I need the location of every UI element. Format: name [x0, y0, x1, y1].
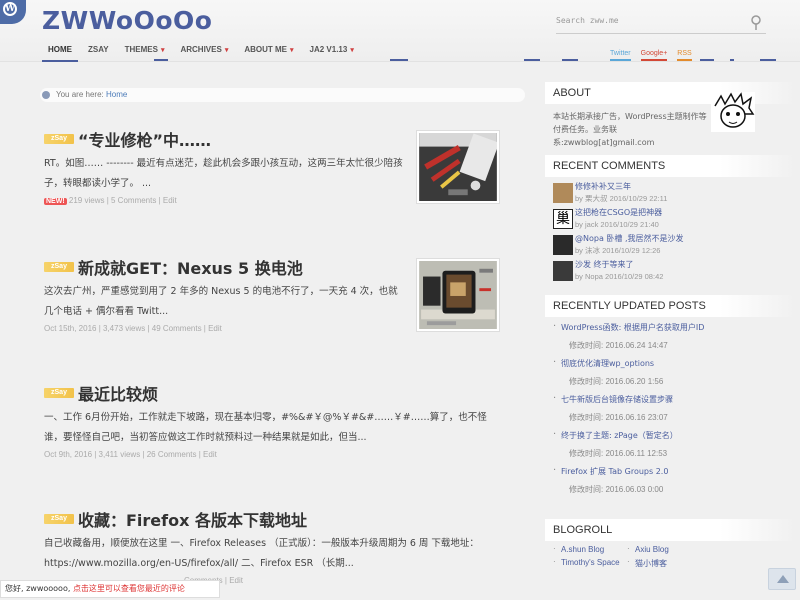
comment-item[interactable]: 巢 这把枪在CSGO是把神器 by jack 2016/10/29 21:40 — [553, 207, 787, 233]
post-title[interactable]: “专业修枪”中…… — [78, 127, 211, 151]
recent-comments-widget: RECENT COMMENTS 修修补补又三年 by 栗大叔 2016/10/2… — [545, 155, 795, 289]
caret-down-icon: ▾ — [160, 47, 165, 54]
back-to-top-button[interactable] — [768, 568, 796, 590]
widget-title: BLOGROLL — [545, 519, 795, 541]
site-header: W ZWWoOoOo HOME ZSAY THEMES▾ ARCHIVES▾ A… — [0, 0, 800, 62]
avatar: 巢 — [553, 209, 573, 229]
post-title[interactable]: 最近比较烦 — [78, 381, 158, 405]
updated-post-link[interactable]: Firefox 扩展 Tab Groups 2.0 — [561, 465, 787, 478]
list-item: Firefox 扩展 Tab Groups 2.0 修改时间: 2016.06.… — [553, 465, 787, 501]
post-excerpt: 自己收藏备用，顺便放在这里 一、Firefox Releases （正式版）：一… — [44, 538, 479, 569]
gun-parts-image — [419, 133, 497, 201]
list-item: 七牛新版后台镜像存储设置步骤 修改时间: 2016.06.16 23:07 — [553, 393, 787, 429]
recent-comments-link[interactable]: 点击这里可以查看您最近的评论 — [73, 584, 185, 593]
about-widget: ABOUT 本站长期承接广告，WordPress主题制作等付费任务。业务联系:z… — [545, 82, 795, 152]
updated-posts-widget: RECENTLY UPDATED POSTS WordPress函数: 根据用户… — [545, 295, 795, 505]
blogroll-link[interactable]: Axiu Blog — [627, 544, 717, 554]
post-thumbnail[interactable] — [416, 258, 500, 332]
arrow-up-icon — [777, 575, 789, 583]
zsay-badge[interactable]: zSay — [44, 134, 74, 144]
phone-repair-image — [419, 261, 497, 329]
sidebar: ABOUT 本站长期承接广告，WordPress主题制作等付费任务。业务联系:z… — [545, 82, 795, 569]
author-avatar-icon — [711, 92, 755, 132]
search-input[interactable] — [556, 16, 736, 25]
zsay-badge[interactable]: zSay — [44, 388, 74, 398]
avatar — [553, 235, 573, 255]
zsay-badge[interactable]: zSay — [44, 514, 74, 524]
blogroll-link[interactable]: 猫小博客 — [627, 557, 717, 569]
decorative-bars — [0, 57, 800, 63]
comment-item[interactable]: @Nopa 卧槽 ,我居然不是沙发 by 沫冰 2016/10/29 12:26 — [553, 233, 787, 259]
list-item: WordPress函数: 根据用户名获取用户ID 修改时间: 2016.06.2… — [553, 321, 787, 357]
search-icon[interactable] — [750, 15, 762, 31]
avatar — [553, 183, 573, 203]
updated-post-link[interactable]: 七牛新版后台镜像存储设置步骤 — [561, 393, 787, 406]
post-excerpt: 这次去广州，严重感觉到用了 2 年多的 Nexus 5 的电池不行了，一天充 4… — [44, 286, 398, 317]
list-item: 彻底优化清理wp_options 修改时间: 2016.06.20 1:56 — [553, 357, 787, 393]
blogroll-widget: BLOGROLL A.shun Blog Axiu Blog Timothy's… — [545, 519, 795, 569]
home-icon — [42, 91, 50, 99]
comment-item[interactable]: 沙发 终于等来了 by Nopa 2016/10/29 08:42 — [553, 259, 787, 285]
post-excerpt: 一、工作 6月份开始，工作就走下坡路，现在基本归零，#%&#￥@%￥#&#……￥… — [44, 412, 487, 443]
about-text: 本站长期承接广告，WordPress主题制作等付费任务。业务联系:zwwblog… — [553, 112, 707, 147]
post-excerpt: RT。如图…… -------- 最近有点迷茫，趁此机会多跟小孩互动，这两三年太… — [44, 158, 403, 189]
post-title[interactable]: 收藏：Firefox 各版本下载地址 — [78, 507, 307, 531]
avatar — [553, 261, 573, 281]
blogroll-link[interactable]: A.shun Blog — [553, 544, 627, 554]
updated-post-link[interactable]: WordPress函数: 根据用户名获取用户ID — [561, 321, 787, 334]
user-notice: 您好, zwwooooo, 点击这里可以查看您最近的评论 — [0, 580, 220, 598]
new-badge: NEW! — [44, 198, 67, 205]
post-meta: Oct 9th, 2016 | 3,411 views | 26 Comment… — [44, 450, 217, 459]
blogroll-link[interactable]: Timothy's Space — [553, 557, 627, 569]
breadcrumb-home-link[interactable]: Home — [106, 90, 127, 99]
post-title[interactable]: 新成就GET：Nexus 5 换电池 — [78, 255, 303, 279]
caret-down-icon: ▾ — [350, 47, 354, 54]
post-item: zSay 收藏：Firefox 各版本下载地址 自己收藏备用，顺便放在这里 一、… — [44, 508, 504, 585]
list-item: 终于换了主题: zPage（暂定名） 修改时间: 2016.06.11 12:5… — [553, 429, 787, 465]
caret-down-icon: ▾ — [290, 47, 294, 54]
wordpress-logo-icon[interactable]: W — [0, 0, 26, 24]
widget-title: RECENTLY UPDATED POSTS — [545, 295, 795, 317]
breadcrumb: You are here: Home — [40, 88, 525, 102]
widget-title: RECENT COMMENTS — [545, 155, 795, 177]
caret-down-icon: ▾ — [224, 47, 229, 54]
comment-item[interactable]: 修修补补又三年 by 栗大叔 2016/10/29 22:11 — [553, 181, 787, 207]
zsay-badge[interactable]: zSay — [44, 262, 74, 272]
updated-post-link[interactable]: 终于换了主题: zPage（暂定名） — [561, 429, 787, 442]
post-thumbnail[interactable] — [416, 130, 500, 204]
updated-post-link[interactable]: 彻底优化清理wp_options — [561, 357, 787, 370]
site-title[interactable]: ZWWoOoOo — [42, 6, 212, 35]
post-item: zSay 最近比较烦 一、工作 6月份开始，工作就走下坡路，现在基本归零，#%&… — [44, 382, 504, 459]
widget-title: ABOUT — [545, 82, 795, 104]
search-form — [556, 12, 766, 34]
